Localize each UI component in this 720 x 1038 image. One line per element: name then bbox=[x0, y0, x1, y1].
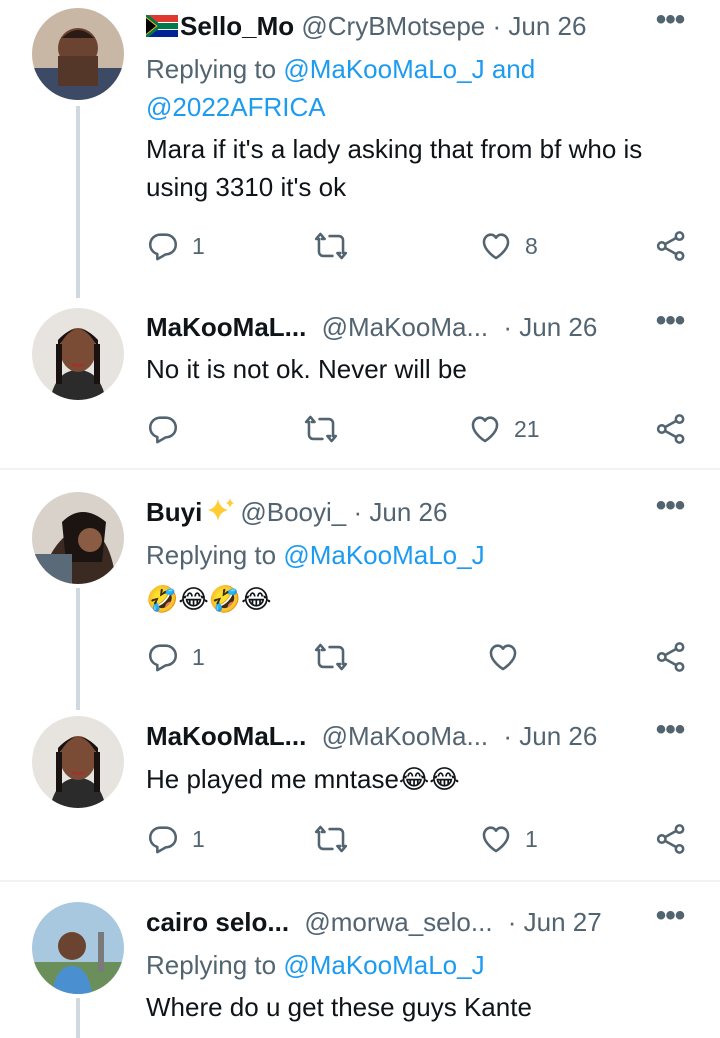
reply-icon bbox=[146, 640, 180, 674]
tweet-text: 🤣😂🤣😂 bbox=[146, 584, 272, 614]
tweet-text: Mara if it's a lady asking that from bf … bbox=[146, 134, 643, 202]
avatar[interactable] bbox=[32, 902, 124, 994]
avatar[interactable] bbox=[32, 308, 124, 400]
reply-button[interactable] bbox=[146, 408, 192, 450]
like-count: 8 bbox=[525, 232, 538, 259]
replying-prefix: Replying to bbox=[146, 54, 277, 84]
mention-link[interactable]: @MaKooMaLo_J bbox=[283, 950, 484, 980]
handle[interactable]: @MaKooMa... bbox=[322, 312, 489, 342]
like-button[interactable]: 1 bbox=[479, 818, 538, 860]
reply-button[interactable]: 1 bbox=[146, 818, 205, 860]
tweet-text: He played me mntase😂😂 bbox=[146, 764, 460, 794]
more-dots-icon[interactable]: ••• bbox=[650, 901, 690, 942]
share-icon bbox=[654, 229, 688, 263]
retweet-icon bbox=[314, 640, 348, 674]
action-bar: 1 8 bbox=[146, 225, 691, 267]
like-count: 21 bbox=[514, 415, 540, 442]
display-name[interactable]: Buyi bbox=[146, 497, 202, 527]
thread-line bbox=[76, 588, 80, 710]
timestamp[interactable]: · Jun 26 bbox=[503, 312, 597, 342]
retweet-button[interactable] bbox=[304, 408, 338, 450]
more-dots-icon[interactable]: ••• bbox=[650, 491, 690, 532]
reply-icon bbox=[146, 229, 180, 263]
reply-button[interactable]: 1 bbox=[146, 225, 205, 267]
display-name[interactable]: cairo selo... bbox=[146, 907, 289, 937]
heart-icon bbox=[468, 412, 502, 446]
tweet[interactable]: cairo selo... @morwa_selo... · Jun 27 ••… bbox=[0, 882, 720, 1038]
like-button[interactable]: 21 bbox=[468, 408, 540, 450]
action-bar: 21 bbox=[146, 408, 691, 450]
share-icon bbox=[654, 640, 688, 674]
more-dots-icon[interactable]: ••• bbox=[650, 715, 690, 756]
action-bar: 1 1 bbox=[146, 818, 691, 860]
handle[interactable]: @MaKooMa... bbox=[322, 721, 489, 751]
timestamp[interactable]: · Jun 26 bbox=[503, 721, 597, 751]
heart-icon bbox=[486, 640, 520, 674]
avatar[interactable] bbox=[32, 716, 124, 808]
share-button[interactable] bbox=[654, 408, 688, 450]
action-bar: 1 bbox=[146, 636, 691, 678]
share-button[interactable] bbox=[654, 818, 688, 860]
timestamp[interactable]: · Jun 26 bbox=[353, 497, 447, 527]
display-name[interactable]: Sello_Mo bbox=[180, 11, 294, 41]
handle[interactable]: @CryBMotsepe bbox=[301, 11, 485, 41]
display-name[interactable]: MaKooMaL... bbox=[146, 721, 306, 751]
like-button[interactable] bbox=[486, 636, 532, 678]
retweet-icon bbox=[314, 229, 348, 263]
tweet-header: Sello_Mo @CryBMotsepe · Jun 26 bbox=[146, 6, 628, 46]
replying-to: Replying to @MaKooMaLo_J and @2022AFRICA bbox=[146, 50, 690, 126]
handle[interactable]: @Booyi_ bbox=[240, 497, 346, 527]
tweet[interactable]: Sello_Mo @CryBMotsepe · Jun 26 ••• Reply… bbox=[0, 0, 720, 300]
mention-and: and bbox=[491, 54, 536, 84]
tweet-text: Where do u get these guys Kante bbox=[146, 992, 532, 1022]
avatar[interactable] bbox=[32, 492, 124, 584]
thread-line bbox=[76, 106, 80, 298]
retweet-icon bbox=[314, 822, 348, 856]
more-dots-icon[interactable]: ••• bbox=[650, 306, 690, 347]
tweet-header: MaKooMaL... @MaKooMa... · Jun 26 bbox=[146, 716, 628, 756]
tweet-header: MaKooMaL... @MaKooMa... · Jun 26 bbox=[146, 307, 628, 347]
share-icon bbox=[654, 412, 688, 446]
tweet[interactable]: Buyi @Booyi_ · Jun 26 ••• Replying to @M… bbox=[0, 470, 720, 710]
mention-link[interactable]: @2022AFRICA bbox=[146, 92, 326, 122]
replying-to: Replying to @MaKooMaLo_J bbox=[146, 946, 690, 984]
handle[interactable]: @morwa_selo... bbox=[304, 907, 492, 937]
reply-button[interactable]: 1 bbox=[146, 636, 205, 678]
share-button[interactable] bbox=[654, 225, 688, 267]
replying-prefix: Replying to bbox=[146, 540, 277, 570]
replying-prefix: Replying to bbox=[146, 950, 277, 980]
retweet-button[interactable] bbox=[314, 818, 348, 860]
timestamp[interactable]: · Jun 26 bbox=[493, 11, 587, 41]
south-africa-flag-icon bbox=[146, 15, 178, 37]
heart-icon bbox=[479, 822, 513, 856]
tweet-text: No it is not ok. Never will be bbox=[146, 354, 467, 384]
retweet-icon bbox=[304, 412, 338, 446]
reply-icon bbox=[146, 412, 180, 446]
like-count: 1 bbox=[525, 825, 538, 852]
replying-to: Replying to @MaKooMaLo_J bbox=[146, 536, 690, 574]
tweet[interactable]: MaKooMaL... @MaKooMa... · Jun 26 ••• He … bbox=[0, 710, 720, 880]
more-dots-icon[interactable]: ••• bbox=[650, 5, 690, 46]
display-name[interactable]: MaKooMaL... bbox=[146, 312, 306, 342]
reply-icon bbox=[146, 822, 180, 856]
reply-count: 1 bbox=[192, 825, 205, 852]
share-button[interactable] bbox=[654, 636, 688, 678]
tweet-header: Buyi @Booyi_ · Jun 26 bbox=[146, 492, 628, 532]
share-icon bbox=[654, 822, 688, 856]
avatar[interactable] bbox=[32, 8, 124, 100]
like-button[interactable]: 8 bbox=[479, 225, 538, 267]
reply-count: 1 bbox=[192, 643, 205, 670]
sparkles-icon bbox=[208, 498, 235, 521]
thread-line bbox=[76, 998, 80, 1038]
retweet-button[interactable] bbox=[314, 636, 348, 678]
timestamp[interactable]: · Jun 27 bbox=[508, 907, 602, 937]
retweet-button[interactable] bbox=[314, 225, 348, 267]
reply-count: 1 bbox=[192, 232, 205, 259]
heart-icon bbox=[479, 229, 513, 263]
mention-link[interactable]: @MaKooMaLo_J bbox=[283, 540, 484, 570]
tweet[interactable]: MaKooMaL... @MaKooMa... · Jun 26 ••• No … bbox=[0, 300, 720, 468]
mention-link[interactable]: @MaKooMaLo_J bbox=[283, 54, 484, 84]
tweet-header: cairo selo... @morwa_selo... · Jun 27 bbox=[146, 902, 628, 942]
